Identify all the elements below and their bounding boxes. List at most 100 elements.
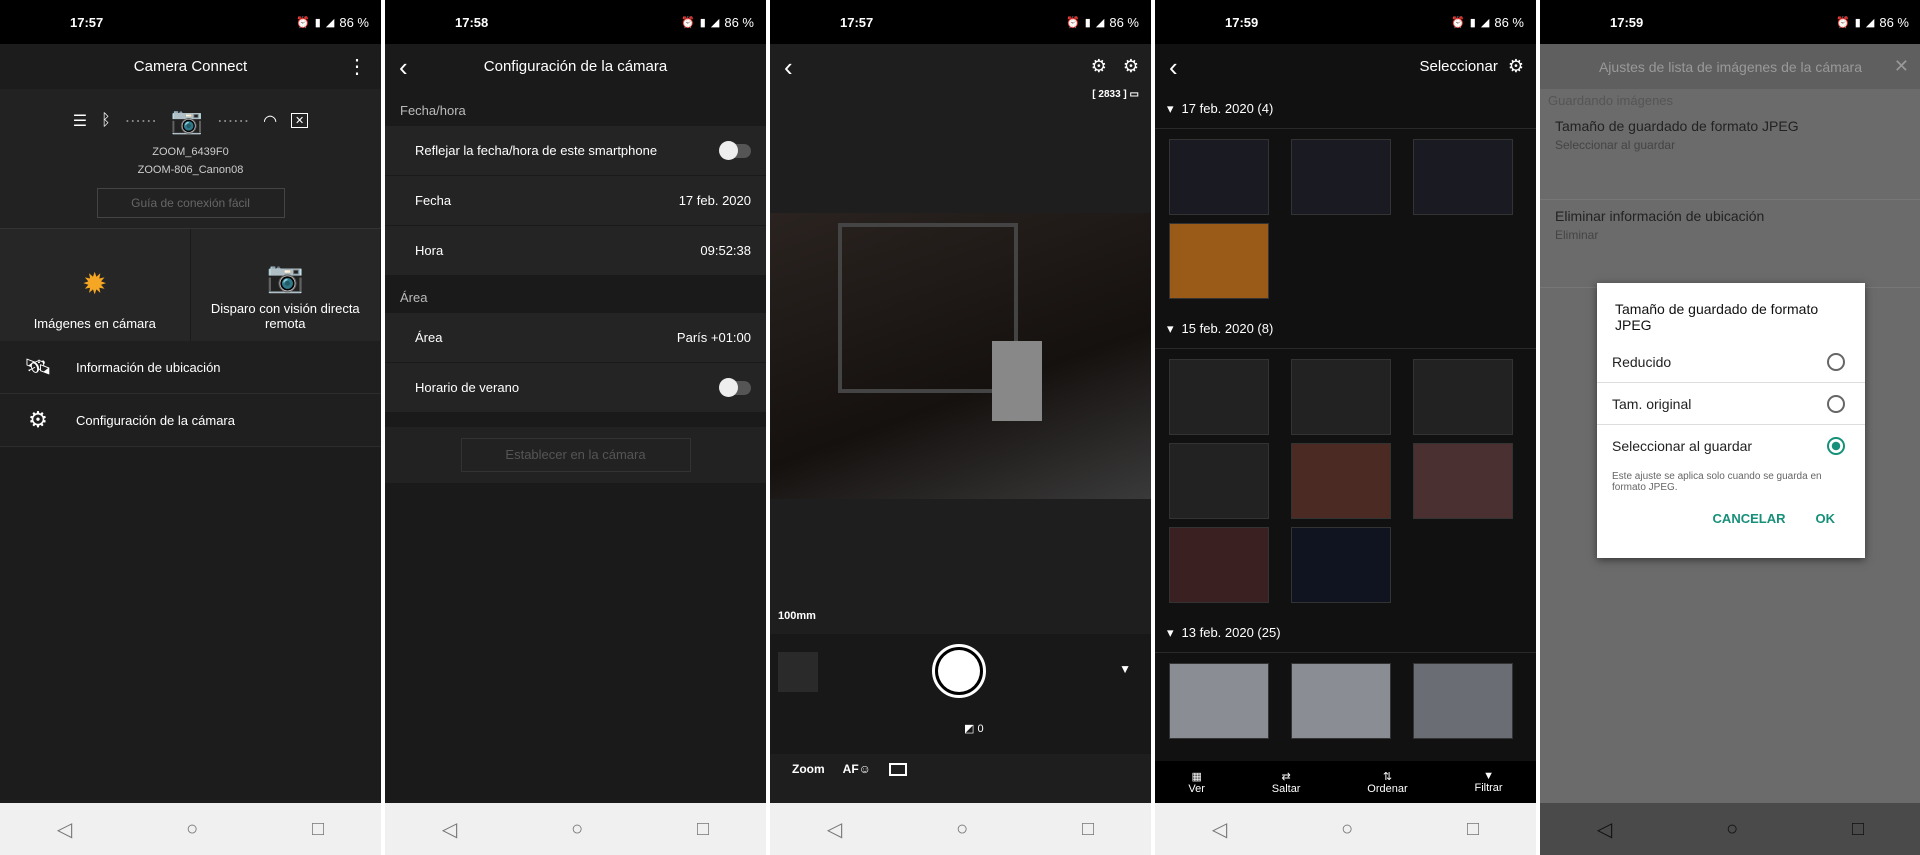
camera-settings-icon[interactable]: ⚙: [1091, 56, 1107, 77]
option-reduced[interactable]: Reducido: [1597, 341, 1865, 383]
expand-triangle-icon[interactable]: ▼: [1119, 662, 1131, 676]
thumbnail[interactable]: [1413, 663, 1513, 739]
sort-icon: ⇅: [1382, 770, 1393, 783]
gear-icon[interactable]: ⚙: [1123, 56, 1139, 77]
camera-settings-item[interactable]: ⚙ Configuración de la cámara: [0, 394, 381, 447]
connection-status: ☰ ᛒ ⋯⋯ 📷 ⋯⋯ ◠ ✕: [0, 89, 381, 136]
tile-camera-images[interactable]: ✹ Imágenes en cámara: [0, 229, 191, 341]
jpeg-size-dialog: Tamaño de guardado de formato JPEG Reduc…: [1597, 283, 1865, 558]
screen-image-list: 17:59 ⏰ ▮ ◢ 86 % ‹ Seleccionar ⚙ ▾ 17 feb.…: [1155, 0, 1536, 855]
screen-live-view: 17:57 ⏰ ▮ ◢ 86 % ‹ ⚙ ⚙ [ 2833 ] ▭ 100mm ▼ …: [770, 0, 1151, 855]
cancel-button[interactable]: CANCELAR: [1713, 511, 1786, 526]
main-tiles: ✹ Imágenes en cámara 📷 Disparo con visión …: [0, 229, 381, 341]
date-row[interactable]: Fecha 17 feb. 2020: [385, 176, 766, 226]
gear-icon[interactable]: ⚙: [1508, 56, 1524, 77]
back-arrow-icon[interactable]: ‹: [385, 54, 422, 80]
android-nav-bar: ◁ ○ □: [0, 803, 381, 855]
location-info-item[interactable]: 🛰 Información de ubicación: [0, 341, 381, 394]
select-button[interactable]: Seleccionar: [1419, 58, 1497, 75]
last-shot-thumbnail[interactable]: [778, 652, 818, 692]
filter-button[interactable]: ▼ Filtrar: [1474, 770, 1502, 794]
time-row[interactable]: Hora 09:52:38: [385, 226, 766, 276]
screen-camera-settings: 17:58 ⏰ ▮ ◢ 86 % ‹ Configuración de la cám…: [385, 0, 766, 855]
thumbnail[interactable]: [1169, 223, 1269, 299]
radio-original[interactable]: [1827, 394, 1845, 413]
status-time: 17:57: [70, 14, 104, 30]
satellite-icon: 🛰: [24, 354, 52, 379]
disconnect-icon[interactable]: ✕: [291, 113, 309, 128]
exposure-value: 0: [977, 723, 984, 735]
thumbnail[interactable]: [1169, 527, 1269, 603]
wifi-icon: ◠: [263, 112, 278, 130]
recents-nav-icon[interactable]: □: [312, 818, 324, 841]
thumb-grid: [1155, 129, 1536, 309]
thumbnail[interactable]: [1413, 443, 1513, 519]
thumbnail[interactable]: [1413, 139, 1513, 215]
thumbnail[interactable]: [1291, 663, 1391, 739]
thumbnail[interactable]: [1291, 443, 1391, 519]
grid-icon: ▦: [1191, 770, 1202, 783]
zoom-button[interactable]: Zoom: [792, 762, 825, 776]
aspect-frame-icon[interactable]: [888, 762, 907, 776]
bluetooth-icon: ᛒ: [101, 111, 111, 129]
section-area: Área: [385, 276, 766, 313]
shots-remaining: [ 2833 ]: [1092, 89, 1127, 100]
area-row[interactable]: Área París +01:00: [385, 313, 766, 363]
group-header[interactable]: ▾ 15 feb. 2020 (8): [1155, 309, 1536, 349]
list-icon[interactable]: ☰: [73, 111, 87, 131]
filter-icon: ▼: [1483, 770, 1494, 782]
easy-connection-guide-button[interactable]: Guía de conexión fácil: [96, 188, 285, 218]
remote-camera-icon: 📷: [266, 261, 304, 294]
dialog-note: Este ajuste se aplica solo cuando se gua…: [1612, 471, 1822, 493]
thumbnail[interactable]: [1291, 139, 1391, 215]
jump-button[interactable]: ⇄ Saltar: [1272, 770, 1301, 795]
section-saving-images: Guardando imágenes: [1548, 93, 1674, 108]
remove-location-item[interactable]: Eliminar información de ubicación Elimina…: [1540, 200, 1920, 288]
option-select-on-save[interactable]: Seleccionar al guardar: [1597, 425, 1865, 467]
radio-select-on-save[interactable]: [1827, 437, 1845, 455]
connection-panel: ☰ ᛒ ⋯⋯ 📷 ⋯⋯ ◠ ✕ ZOOM_6439F0 ZOOM-806_Can…: [0, 89, 381, 229]
back-arrow-icon[interactable]: ‹: [1155, 54, 1192, 80]
thumbnail[interactable]: [1169, 359, 1269, 435]
page-title: Ajustes de lista de imágenes de la cámar…: [1598, 58, 1863, 75]
section-datetime: Fecha/hora: [385, 89, 766, 126]
shutter-button[interactable]: [932, 644, 986, 698]
set-on-camera-button[interactable]: Establecer en la cámara: [460, 438, 691, 472]
focal-length: 100mm: [778, 610, 816, 622]
thumbnail[interactable]: [1169, 139, 1269, 215]
sort-button[interactable]: ⇅ Ordenar: [1367, 770, 1407, 795]
thumbnail[interactable]: [1169, 663, 1269, 739]
group-header[interactable]: ▾ 13 feb. 2020 (25): [1155, 613, 1536, 653]
live-view-image[interactable]: [770, 213, 1151, 499]
page-title: Configuración de la cámara: [483, 58, 668, 75]
thumbnail[interactable]: [1413, 359, 1513, 435]
reflect-datetime-row[interactable]: Reflejar la fecha/hora de este smartphon…: [385, 126, 766, 176]
app-header: Camera Connect ⋮: [0, 44, 381, 89]
ssid-primary: ZOOM_6439F0: [152, 146, 229, 158]
status-bar: 17:57 ⏰ ▮ ◢ 86 %: [0, 0, 381, 44]
close-icon[interactable]: ✕: [1894, 56, 1909, 77]
camera-icon: 📷: [170, 105, 204, 135]
view-button[interactable]: ▦ Ver: [1188, 770, 1205, 795]
radio-reduced[interactable]: [1827, 352, 1845, 371]
jpeg-size-item[interactable]: Tamaño de guardado de formato JPEG Selecc…: [1540, 112, 1920, 200]
thumbnail[interactable]: [1291, 527, 1391, 603]
af-face-button[interactable]: AF☺: [843, 762, 871, 776]
status-bar: 17:58 ⏰ ▮ ◢ 86 %: [385, 0, 766, 44]
summer-time-row[interactable]: Horario de verano: [385, 363, 766, 413]
reflect-toggle[interactable]: [719, 140, 751, 160]
thumbnail[interactable]: [1291, 359, 1391, 435]
shooting-options: Zoom AF☺: [792, 762, 907, 776]
back-nav-icon[interactable]: ◁: [57, 817, 72, 842]
ssid-secondary: ZOOM-806_Canon08: [137, 164, 244, 176]
ok-button[interactable]: OK: [1816, 511, 1836, 526]
summer-toggle[interactable]: [719, 377, 751, 397]
option-original[interactable]: Tam. original: [1597, 383, 1865, 425]
home-nav-icon[interactable]: ○: [186, 818, 198, 841]
group-header[interactable]: ▾ 17 feb. 2020 (4): [1155, 89, 1536, 129]
more-menu-icon[interactable]: ⋮: [347, 54, 367, 79]
thumbnail[interactable]: [1169, 443, 1269, 519]
battery-icon: ▭: [1129, 89, 1139, 100]
back-arrow-icon[interactable]: ‹: [770, 54, 807, 80]
tile-remote-shooting[interactable]: 📷 Disparo con visión directa remota: [190, 229, 381, 341]
